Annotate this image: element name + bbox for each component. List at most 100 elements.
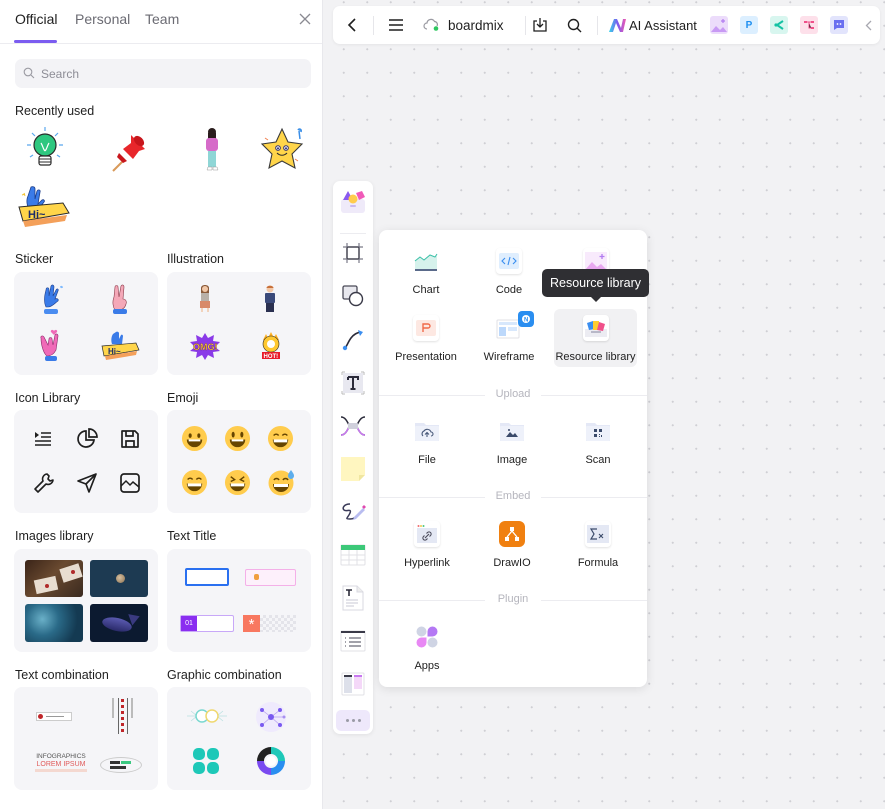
image-icon [120, 473, 140, 493]
tab-official[interactable]: Official [15, 11, 58, 27]
woman-figure-illustration [200, 285, 210, 312]
emoji-card[interactable] [167, 410, 311, 513]
export-button[interactable] [529, 6, 551, 44]
woman-illustration[interactable] [187, 125, 237, 175]
board-title[interactable]: boardmix [423, 6, 519, 44]
plugin-group-title: Plugin [497, 593, 529, 605]
menu-item-label: Resource library [555, 351, 636, 363]
rail-connector-button[interactable] [339, 326, 367, 354]
presentation-p-icon: P [740, 16, 758, 34]
recently-used-title: Recently used [15, 104, 95, 118]
images-library-card[interactable] [14, 549, 158, 652]
drawio-icon [499, 521, 525, 547]
menu-item-formula[interactable]: Formula [557, 515, 639, 573]
text-combination-card[interactable]: INFOGRAPHICS LOREM IPSUM [14, 687, 158, 790]
menu-item-label: File [418, 454, 436, 466]
plugin-ai-image-button[interactable] [709, 6, 729, 44]
menu-item-apps[interactable]: Apps [386, 618, 468, 676]
graphic-combination-card[interactable] [167, 687, 311, 790]
menu-item-image[interactable]: Image [471, 412, 553, 470]
lightbulb-sticker[interactable] [20, 125, 70, 175]
code-icon [496, 248, 522, 274]
menu-item-resource-library[interactable]: Resource library [554, 309, 637, 367]
chevron-left-icon [865, 20, 871, 30]
rail-resource-library-button[interactable] [339, 187, 367, 215]
rail-document-button[interactable] [339, 584, 367, 612]
tab-team[interactable]: Team [145, 11, 179, 27]
menu-item-hyperlink[interactable]: Hyperlink [386, 515, 468, 573]
fish-photo [90, 604, 148, 642]
menu-item-drawio[interactable]: DrawIO [471, 515, 553, 573]
rail-text-button[interactable] [339, 369, 367, 397]
hi-waving-hand-sticker[interactable]: Hi~ [15, 183, 71, 233]
rail-list-button[interactable] [339, 627, 367, 655]
search-input[interactable] [41, 59, 301, 88]
connector-icon [342, 330, 363, 351]
text-title-title: Text Title [167, 529, 217, 543]
vertical-text-preview [109, 698, 135, 738]
resource-library-tooltip: Resource library [542, 269, 649, 302]
ai-assistant-button[interactable]: AI Assistant [609, 6, 699, 44]
menu-item-label: Code [495, 284, 523, 296]
hyperlink-icon [414, 521, 440, 547]
plugin-chat-button[interactable] [829, 6, 849, 44]
pen-icon [342, 503, 366, 520]
menu-item-presentation[interactable]: Presentation [385, 309, 467, 367]
group-divider [541, 600, 647, 601]
plugin-mindmap-button[interactable] [769, 6, 789, 44]
plugin-presentation-button[interactable]: P [739, 6, 759, 44]
menu-item-wireframe[interactable]: N Wireframe [468, 309, 550, 367]
board-name: boardmix [448, 17, 504, 33]
file-upload-icon [414, 418, 440, 444]
rail-mindmap-button[interactable] [339, 412, 367, 440]
rail-more-button[interactable] [336, 710, 370, 731]
rail-kanban-button[interactable] [339, 670, 367, 698]
rail-table-button[interactable] [339, 541, 367, 569]
rail-shape-button[interactable] [339, 282, 367, 310]
apps-icon [414, 624, 440, 650]
menu-item-code[interactable]: Code [468, 242, 550, 300]
download-icon [533, 18, 547, 32]
new-badge-icon: N [518, 311, 534, 327]
document-icon [342, 585, 364, 611]
text-title-card[interactable]: 01 * [167, 549, 311, 652]
rail-pen-button[interactable] [339, 498, 367, 526]
mindmap-icon [770, 16, 788, 34]
plugin-flowchart-button[interactable] [799, 6, 819, 44]
cloud-synced-icon [423, 18, 439, 31]
menu-item-chart[interactable]: Chart [385, 242, 467, 300]
chevron-left-icon [347, 18, 356, 32]
man-figure-illustration [265, 285, 275, 312]
embed-group-title: Embed [495, 490, 531, 502]
menu-item-scan[interactable]: Scan [557, 412, 639, 470]
asterisk-title-preview: * [243, 615, 260, 633]
icon-library-card[interactable] [14, 410, 158, 513]
toolbar-divider [525, 16, 526, 35]
sticker-card[interactable]: Hi~ [14, 272, 158, 375]
back-button[interactable] [341, 6, 363, 44]
smiling-star-sticker[interactable] [257, 125, 307, 175]
four-petal-grid-graphic [193, 748, 219, 774]
menu-item-file[interactable]: File [386, 412, 468, 470]
close-panel-button[interactable] [298, 12, 312, 26]
menu-item-label: DrawIO [493, 557, 531, 569]
illustration-card[interactable]: OMG! HOT! [167, 272, 311, 375]
laughing-emoji [224, 469, 251, 496]
image-upload-icon [499, 418, 525, 444]
menu-item-label: Scan [585, 454, 611, 466]
network-graph-graphic [256, 702, 286, 732]
rail-frame-button[interactable] [339, 239, 367, 267]
red-pushpin-sticker[interactable] [105, 125, 155, 175]
rail-sticky-note-button[interactable] [339, 455, 367, 483]
search-button[interactable] [563, 6, 585, 44]
list-icon [35, 432, 51, 446]
send-icon [77, 473, 97, 493]
numbered-title-number: 01 [181, 616, 197, 631]
text-combination-title: Text combination [15, 668, 109, 682]
main-menu-button[interactable] [385, 6, 407, 44]
infographics-text-preview: INFOGRAPHICS LOREM IPSUM [35, 753, 87, 776]
resource-library-panel: Official Personal Team Recently used [0, 0, 323, 809]
collapse-toolbar-button[interactable] [860, 6, 876, 44]
tab-personal[interactable]: Personal [75, 11, 130, 27]
resource-library-icon [582, 315, 609, 341]
